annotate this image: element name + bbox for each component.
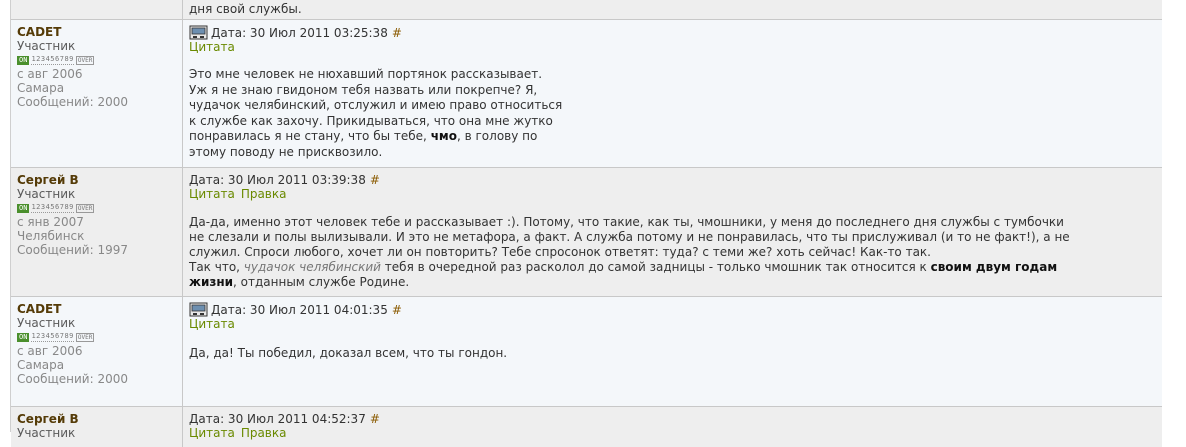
user-city: Челябинск: [17, 229, 85, 243]
online-badge: ON: [17, 55, 30, 65]
quote-link[interactable]: Цитата: [189, 317, 235, 331]
status-digits: 123456789: [31, 55, 74, 65]
permalink[interactable]: #: [370, 412, 380, 426]
post-date: Дата: 30 Июл 2011 03:25:38: [211, 25, 388, 40]
user-city: Самара: [17, 358, 65, 372]
post-row: CADET Участник ON 123456789 OVER с авг 2…: [11, 297, 1162, 407]
post-row: Сергей В Участник ON 123456789 OVER с ян…: [11, 168, 1162, 297]
over-badge: OVER: [75, 203, 95, 213]
quote-link[interactable]: Цитата: [189, 40, 235, 54]
page-scroll-area: [1162, 0, 1186, 432]
post-body: Да-да, именно этот человек тебе и расска…: [189, 215, 1070, 289]
online-status: ON 123456789 OVER: [17, 54, 182, 66]
over-badge: OVER: [75, 332, 95, 342]
permalink[interactable]: #: [392, 303, 402, 317]
over-badge: OVER: [75, 55, 95, 65]
post-actions: Цитата: [189, 317, 1162, 331]
registration-date: с авг 2006: [17, 344, 83, 358]
username-link[interactable]: CADET: [17, 302, 182, 316]
author-cell: CADET Участник ON 123456789 OVER с авг 2…: [11, 297, 183, 406]
permalink[interactable]: #: [370, 173, 380, 187]
user-city: Самара: [17, 81, 65, 95]
post-date: Дата: 30 Июл 2011 04:52:37: [189, 412, 366, 426]
status-digits: 123456789: [31, 203, 74, 213]
post-header: Дата: 30 Июл 2011 03:25:38 #: [189, 25, 1162, 40]
author-cell: CADET Участник ON 123456789 OVER с авг 2…: [11, 20, 183, 167]
online-badge: ON: [17, 332, 30, 342]
username-link[interactable]: Сергей В: [17, 412, 182, 426]
permalink[interactable]: #: [392, 26, 402, 40]
message-cell: Дата: 30 Июл 2011 03:25:38 # Цитата Это …: [183, 20, 1162, 167]
post-count: Сообщений: 1997: [17, 243, 128, 257]
post-count: Сообщений: 2000: [17, 372, 128, 386]
edit-link[interactable]: Правка: [241, 187, 287, 201]
message-cell: Дата: 30 Июл 2011 04:01:35 # Цитата Да, …: [183, 297, 1162, 406]
post-header: Дата: 30 Июл 2011 04:01:35 #: [189, 302, 1162, 317]
user-rank: Участник: [17, 426, 76, 440]
author-cell: Сергей В Участник ON 123456789 OVER с ян…: [11, 168, 183, 296]
post-header: Дата: 30 Июл 2011 04:52:37 #: [189, 412, 1162, 426]
edit-link[interactable]: Правка: [241, 426, 287, 440]
online-status: ON 123456789 OVER: [17, 331, 182, 343]
post-count: Сообщений: 2000: [17, 95, 128, 109]
post-actions: Цитата: [189, 40, 1162, 54]
online-status: ON 123456789 OVER: [17, 202, 182, 214]
quote-link[interactable]: Цитата: [189, 426, 235, 440]
online-badge: ON: [17, 203, 30, 213]
status-digits: 123456789: [31, 332, 74, 342]
registration-date: с авг 2006: [17, 67, 83, 81]
message-text: дня свой службы.: [189, 2, 302, 16]
post-date: Дата: 30 Июл 2011 04:01:35: [211, 302, 388, 317]
previous-post-tail: дня свой службы.: [11, 0, 1162, 20]
post-header: Дата: 30 Июл 2011 03:39:38 #: [189, 173, 1162, 187]
post-body: Это мне человек не нюхавший портянок рас…: [189, 67, 563, 159]
post-row: CADET Участник ON 123456789 OVER с авг 2…: [11, 20, 1162, 168]
message-cell: Дата: 30 Июл 2011 03:39:38 # Цитата Правк…: [183, 168, 1162, 296]
quote-link[interactable]: Цитата: [189, 187, 235, 201]
user-rank: Участник: [17, 39, 76, 53]
post-row: Сергей В Участник Дата: 30 Июл 2011 04:5…: [11, 407, 1162, 447]
message-cell: дня свой службы.: [183, 0, 1162, 19]
post-actions: Цитата Правка: [189, 187, 1162, 201]
forum-thread: дня свой службы. CADET Участник ON 12345…: [10, 0, 1162, 447]
username-link[interactable]: Сергей В: [17, 173, 182, 187]
post-date: Дата: 30 Июл 2011 03:39:38: [189, 173, 366, 187]
author-cell: Сергей В Участник: [11, 407, 183, 447]
computer-icon: [189, 25, 208, 40]
author-cell: [11, 0, 183, 19]
user-rank: Участник: [17, 316, 76, 330]
post-actions: Цитата Правка: [189, 426, 1162, 440]
username-link[interactable]: CADET: [17, 25, 182, 39]
computer-icon: [189, 302, 208, 317]
registration-date: с янв 2007: [17, 215, 84, 229]
message-cell: Дата: 30 Июл 2011 04:52:37 # Цитата Правк…: [183, 407, 1162, 447]
post-body: Да, да! Ты победил, доказал всем, что ты…: [189, 346, 508, 360]
user-rank: Участник: [17, 187, 76, 201]
